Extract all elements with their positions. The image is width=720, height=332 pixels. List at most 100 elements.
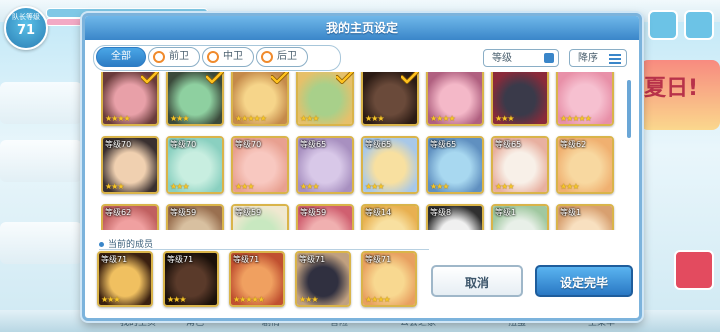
tab-label: 中卫 xyxy=(223,51,243,62)
player-level-value: 71 xyxy=(16,23,36,38)
character-card[interactable]: 等级70 ★★★ xyxy=(231,136,289,194)
card-level: 等级65 xyxy=(430,140,457,149)
star-rating: ★★★★★ xyxy=(235,114,267,123)
character-card[interactable]: 等级70 ★★★ xyxy=(101,136,159,194)
card-level: 等级70 xyxy=(235,140,262,149)
event-banner: 夏日! xyxy=(640,60,720,130)
tab-label: 全部 xyxy=(111,51,131,62)
character-card[interactable]: 等级1★ xyxy=(556,204,614,230)
star-rating: ★★★ xyxy=(495,114,514,123)
menu-icon xyxy=(648,10,678,40)
order-label: 降序 xyxy=(578,53,598,64)
position-icon xyxy=(261,51,273,63)
current-member-card[interactable]: 等级71 ★★★ xyxy=(295,251,351,307)
sort-label: 等级 xyxy=(492,53,512,64)
character-card[interactable]: 等级59★★ xyxy=(231,204,289,230)
current-member-card[interactable]: 等级71 ★★★ xyxy=(163,251,219,307)
card-level: 等级59 xyxy=(300,208,327,217)
side-card xyxy=(0,222,82,264)
card-level: 等级71 xyxy=(365,255,392,264)
character-card[interactable]: 等级14★★ xyxy=(361,204,419,230)
card-level: 等级8 xyxy=(430,208,452,217)
tab-label: 前卫 xyxy=(169,51,189,62)
star-rating: ★★★ xyxy=(365,114,384,123)
card-level: 等级1 xyxy=(495,208,517,217)
star-rating: ★★★ xyxy=(167,295,186,304)
player-level-badge: 队长等级 71 xyxy=(4,6,48,50)
position-icon xyxy=(153,51,165,63)
card-level: 等级62 xyxy=(105,208,132,217)
character-card[interactable]: ★★★★ xyxy=(426,72,484,126)
sort-order-icon xyxy=(609,54,621,64)
selected-check-icon xyxy=(401,72,419,84)
star-rating: ★★★ xyxy=(170,182,189,191)
selected-check-icon xyxy=(336,72,354,84)
character-card[interactable]: ★★★ xyxy=(491,72,549,126)
star-rating: ★★★ xyxy=(430,182,449,191)
star-rating: ★★★ xyxy=(235,182,254,191)
tab-2[interactable]: 中卫 xyxy=(202,47,254,67)
selected-check-icon xyxy=(141,72,159,84)
card-level: 等级70 xyxy=(105,140,132,149)
character-card[interactable]: ★★★★★ xyxy=(556,72,614,126)
star-rating: ★★★ xyxy=(495,182,514,191)
character-card[interactable]: 等级65 ★★★ xyxy=(361,136,419,194)
cancel-button[interactable]: 取消 xyxy=(431,265,523,297)
player-level-label: 队长等级 xyxy=(12,13,40,21)
confirm-button[interactable]: 设定完毕 xyxy=(535,265,633,297)
card-level: 等级65 xyxy=(365,140,392,149)
character-card[interactable]: 等级59★★ xyxy=(166,204,224,230)
character-card[interactable]: 等级70 ★★★ xyxy=(166,136,224,194)
settings-icon xyxy=(684,10,714,40)
character-card[interactable]: 等级1★ xyxy=(491,204,549,230)
card-level: 等级71 xyxy=(233,255,260,264)
selected-check-icon xyxy=(271,72,289,84)
star-rating: ★★★ xyxy=(300,114,319,123)
order-toggle[interactable]: 降序 xyxy=(569,49,627,67)
card-level: 等级1 xyxy=(560,208,582,217)
character-card[interactable]: 等级65 ★★★ xyxy=(491,136,549,194)
card-level: 等级62 xyxy=(560,140,587,149)
star-rating: ★★★★ xyxy=(430,114,456,123)
tab-label: 后卫 xyxy=(277,51,297,62)
star-rating: ★★★ xyxy=(560,182,579,191)
card-level: 等级65 xyxy=(495,140,522,149)
star-rating: ★★★ xyxy=(299,295,318,304)
star-rating: ★★★★★ xyxy=(233,295,265,304)
star-rating: ★★★★★ xyxy=(560,114,592,123)
star-rating: ★★★ xyxy=(300,182,319,191)
card-level: 等级71 xyxy=(167,255,194,264)
current-member-card[interactable]: 等级71 ★★★ xyxy=(97,251,153,307)
tab-3[interactable]: 后卫 xyxy=(256,47,308,67)
position-tabs: 全部 前卫 中卫 后卫 xyxy=(96,47,310,67)
tab-0[interactable]: 全部 xyxy=(96,47,146,67)
card-level: 等级59 xyxy=(170,208,197,217)
position-icon xyxy=(207,51,219,63)
side-card xyxy=(0,82,82,124)
character-card[interactable]: 等级8★ xyxy=(426,204,484,230)
home-setting-dialog: 我的主页设定 全部 前卫 中卫 后卫 等级 降序 ★★★★ ★★★ ★★★★★ ★★★ ★★★… xyxy=(82,13,642,321)
character-card[interactable]: 等级62★★ xyxy=(101,204,159,230)
star-rating: ★★★ xyxy=(365,182,384,191)
character-card[interactable]: 等级62 ★★★ xyxy=(556,136,614,194)
sort-select[interactable]: 等级 xyxy=(483,49,559,67)
current-member-card[interactable]: 等级71 ★★★★ xyxy=(361,251,417,307)
grid-scrollbar[interactable] xyxy=(627,80,631,138)
card-level: 等级70 xyxy=(170,140,197,149)
character-card[interactable]: 等级59★★ xyxy=(296,204,354,230)
star-rating: ★★★ xyxy=(105,182,124,191)
character-card[interactable]: 等级65 ★★★ xyxy=(426,136,484,194)
star-rating: ★★★ xyxy=(101,295,120,304)
star-rating: ★★★★ xyxy=(105,114,131,123)
current-member-card[interactable]: 等级71 ★★★★★ xyxy=(229,251,285,307)
gift-icon xyxy=(674,250,714,290)
card-level: 等级14 xyxy=(365,208,392,217)
character-grid: ★★★★ ★★★ ★★★★★ ★★★ ★★★ ★★★★ ★★★ ★★★★★ 等级70 ★★★ 等级7… xyxy=(101,72,621,230)
star-rating: ★★★ xyxy=(170,114,189,123)
star-rating: ★★★★ xyxy=(365,295,391,304)
card-level: 等级59 xyxy=(235,208,262,217)
event-banner-text: 夏日! xyxy=(644,76,699,101)
character-card[interactable]: 等级65 ★★★ xyxy=(296,136,354,194)
tab-1[interactable]: 前卫 xyxy=(148,47,200,67)
card-level: 等级71 xyxy=(299,255,326,264)
